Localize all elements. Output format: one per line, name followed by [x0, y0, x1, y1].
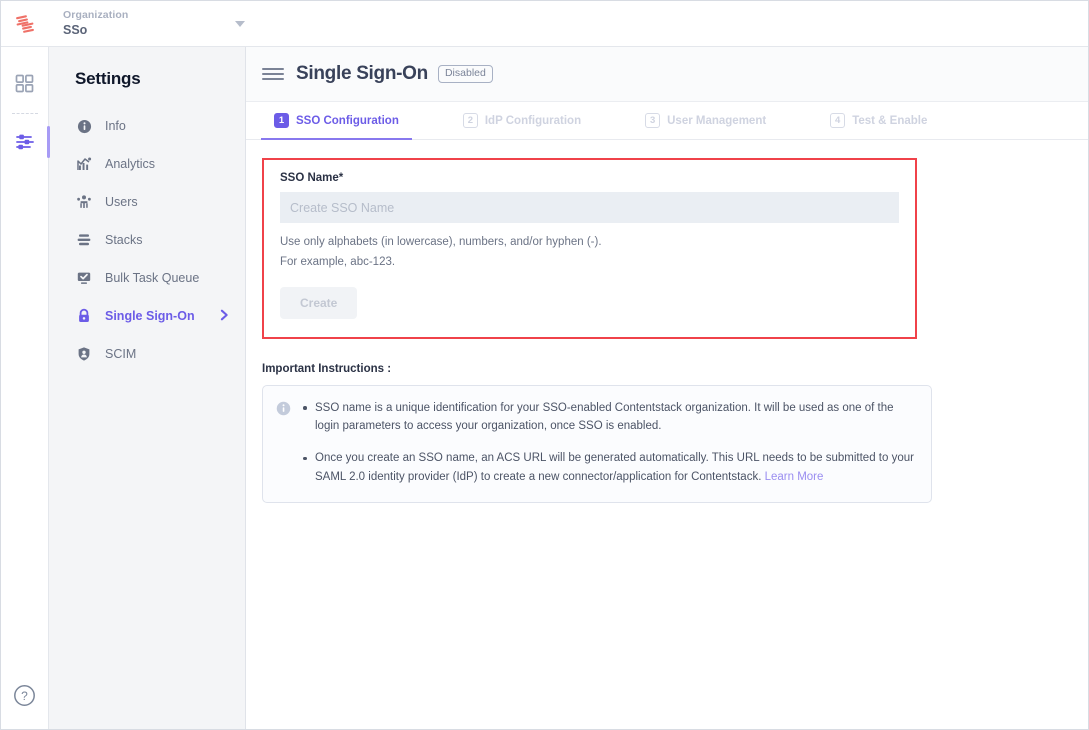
tab-label: Test & Enable	[852, 115, 927, 127]
tab-test-and-enable[interactable]: 4 Test & Enable	[817, 102, 940, 139]
tab-label: User Management	[667, 115, 766, 127]
contentstack-logo-icon	[12, 11, 38, 37]
page-title: Single Sign-On	[296, 63, 428, 85]
sidebar-title: Settings	[49, 69, 245, 103]
content-scroll-area: SSO Name* Use only alphabets (in lowerca…	[246, 140, 1088, 729]
top-bar: Organization SSo	[1, 1, 1088, 47]
important-instructions-title: Important Instructions :	[262, 363, 1072, 375]
rail-item-apps[interactable]	[1, 61, 49, 105]
stacks-icon	[75, 231, 93, 249]
instruction-text: Once you create an SSO name, an ACS URL …	[315, 452, 914, 483]
sidebar-item-analytics[interactable]: Analytics	[49, 145, 245, 183]
tab-number: 1	[274, 113, 289, 128]
sidebar-item-label: Single Sign-On	[105, 309, 195, 323]
sidebar-item-label: Analytics	[105, 157, 155, 171]
sso-name-input[interactable]	[280, 192, 899, 223]
tab-bar: 1 SSO Configuration 2 IdP Configuration …	[246, 102, 1088, 140]
info-icon	[75, 117, 93, 135]
scim-shield-icon	[75, 345, 93, 363]
sliders-settings-icon	[15, 132, 35, 152]
sso-name-highlight-box: SSO Name* Use only alphabets (in lowerca…	[262, 158, 917, 339]
instructions-list: SSO name is a unique identification for …	[301, 399, 915, 488]
help-button[interactable]: ?	[1, 684, 48, 707]
sidebar-item-bulk-task-queue[interactable]: Bulk Task Queue	[49, 259, 245, 297]
sso-name-label: SSO Name*	[280, 172, 899, 184]
help-circle-icon: ?	[13, 684, 36, 707]
rail-divider	[12, 113, 38, 114]
tab-label: IdP Configuration	[485, 115, 581, 127]
sidebar-item-label: SCIM	[105, 347, 136, 361]
chevron-right-icon[interactable]	[217, 308, 231, 325]
body-row: ? Settings Info	[1, 47, 1088, 729]
status-badge: Disabled	[438, 65, 493, 84]
sidebar-item-stacks[interactable]: Stacks	[49, 221, 245, 259]
learn-more-link[interactable]: Learn More	[765, 471, 824, 483]
settings-sidebar: Settings Info	[49, 47, 246, 729]
grid-apps-icon	[15, 74, 34, 93]
chevron-down-icon	[235, 21, 245, 27]
sidebar-item-users[interactable]: Users	[49, 183, 245, 221]
page-header: Single Sign-On Disabled	[246, 47, 1088, 102]
hamburger-menu-icon[interactable]	[262, 63, 284, 85]
tab-label: SSO Configuration	[296, 115, 399, 127]
contentstack-logo[interactable]	[1, 1, 49, 47]
tab-number: 4	[830, 113, 845, 128]
list-item: Once you create an SSO name, an ACS URL …	[301, 449, 915, 487]
sidebar-item-scim[interactable]: SCIM	[49, 335, 245, 373]
main-content: Single Sign-On Disabled 1 SSO Configurat…	[246, 47, 1088, 729]
sidebar-item-single-sign-on[interactable]: Single Sign-On	[49, 297, 245, 335]
create-button[interactable]: Create	[280, 287, 357, 319]
sidebar-nav-list: Info Analytic	[49, 103, 245, 373]
tab-sso-configuration[interactable]: 1 SSO Configuration	[261, 102, 412, 139]
bulk-task-queue-icon	[75, 269, 93, 287]
instruction-text: SSO name is a unique identification for …	[315, 402, 894, 433]
tab-number: 3	[645, 113, 660, 128]
important-instructions-box: SSO name is a unique identification for …	[262, 385, 932, 504]
lock-icon	[75, 307, 93, 325]
tab-number: 2	[463, 113, 478, 128]
sidebar-item-label: Info	[105, 119, 126, 133]
organization-switcher[interactable]: Organization SSo	[49, 1, 249, 47]
application-window: Organization SSo	[0, 0, 1089, 730]
list-item: SSO name is a unique identification for …	[301, 399, 915, 437]
users-icon	[75, 193, 93, 211]
svg-text:?: ?	[21, 689, 28, 703]
organization-label: Organization	[63, 9, 128, 21]
sidebar-item-info[interactable]: Info	[49, 107, 245, 145]
sidebar-item-label: Bulk Task Queue	[105, 271, 199, 285]
sso-name-helper-line-2: For example, abc-123.	[280, 254, 899, 271]
tab-idp-configuration[interactable]: 2 IdP Configuration	[450, 102, 594, 139]
sso-name-form: SSO Name* Use only alphabets (in lowerca…	[264, 160, 915, 337]
tab-user-management[interactable]: 3 User Management	[632, 102, 779, 139]
sidebar-item-label: Users	[105, 195, 138, 209]
icon-rail: ?	[1, 47, 49, 729]
analytics-chart-icon	[75, 155, 93, 173]
organization-name: SSo	[63, 23, 128, 37]
info-circle-icon	[276, 401, 291, 488]
rail-item-settings[interactable]	[1, 120, 49, 164]
sso-name-helper-line-1: Use only alphabets (in lowercase), numbe…	[280, 234, 899, 251]
sidebar-item-label: Stacks	[105, 233, 143, 247]
